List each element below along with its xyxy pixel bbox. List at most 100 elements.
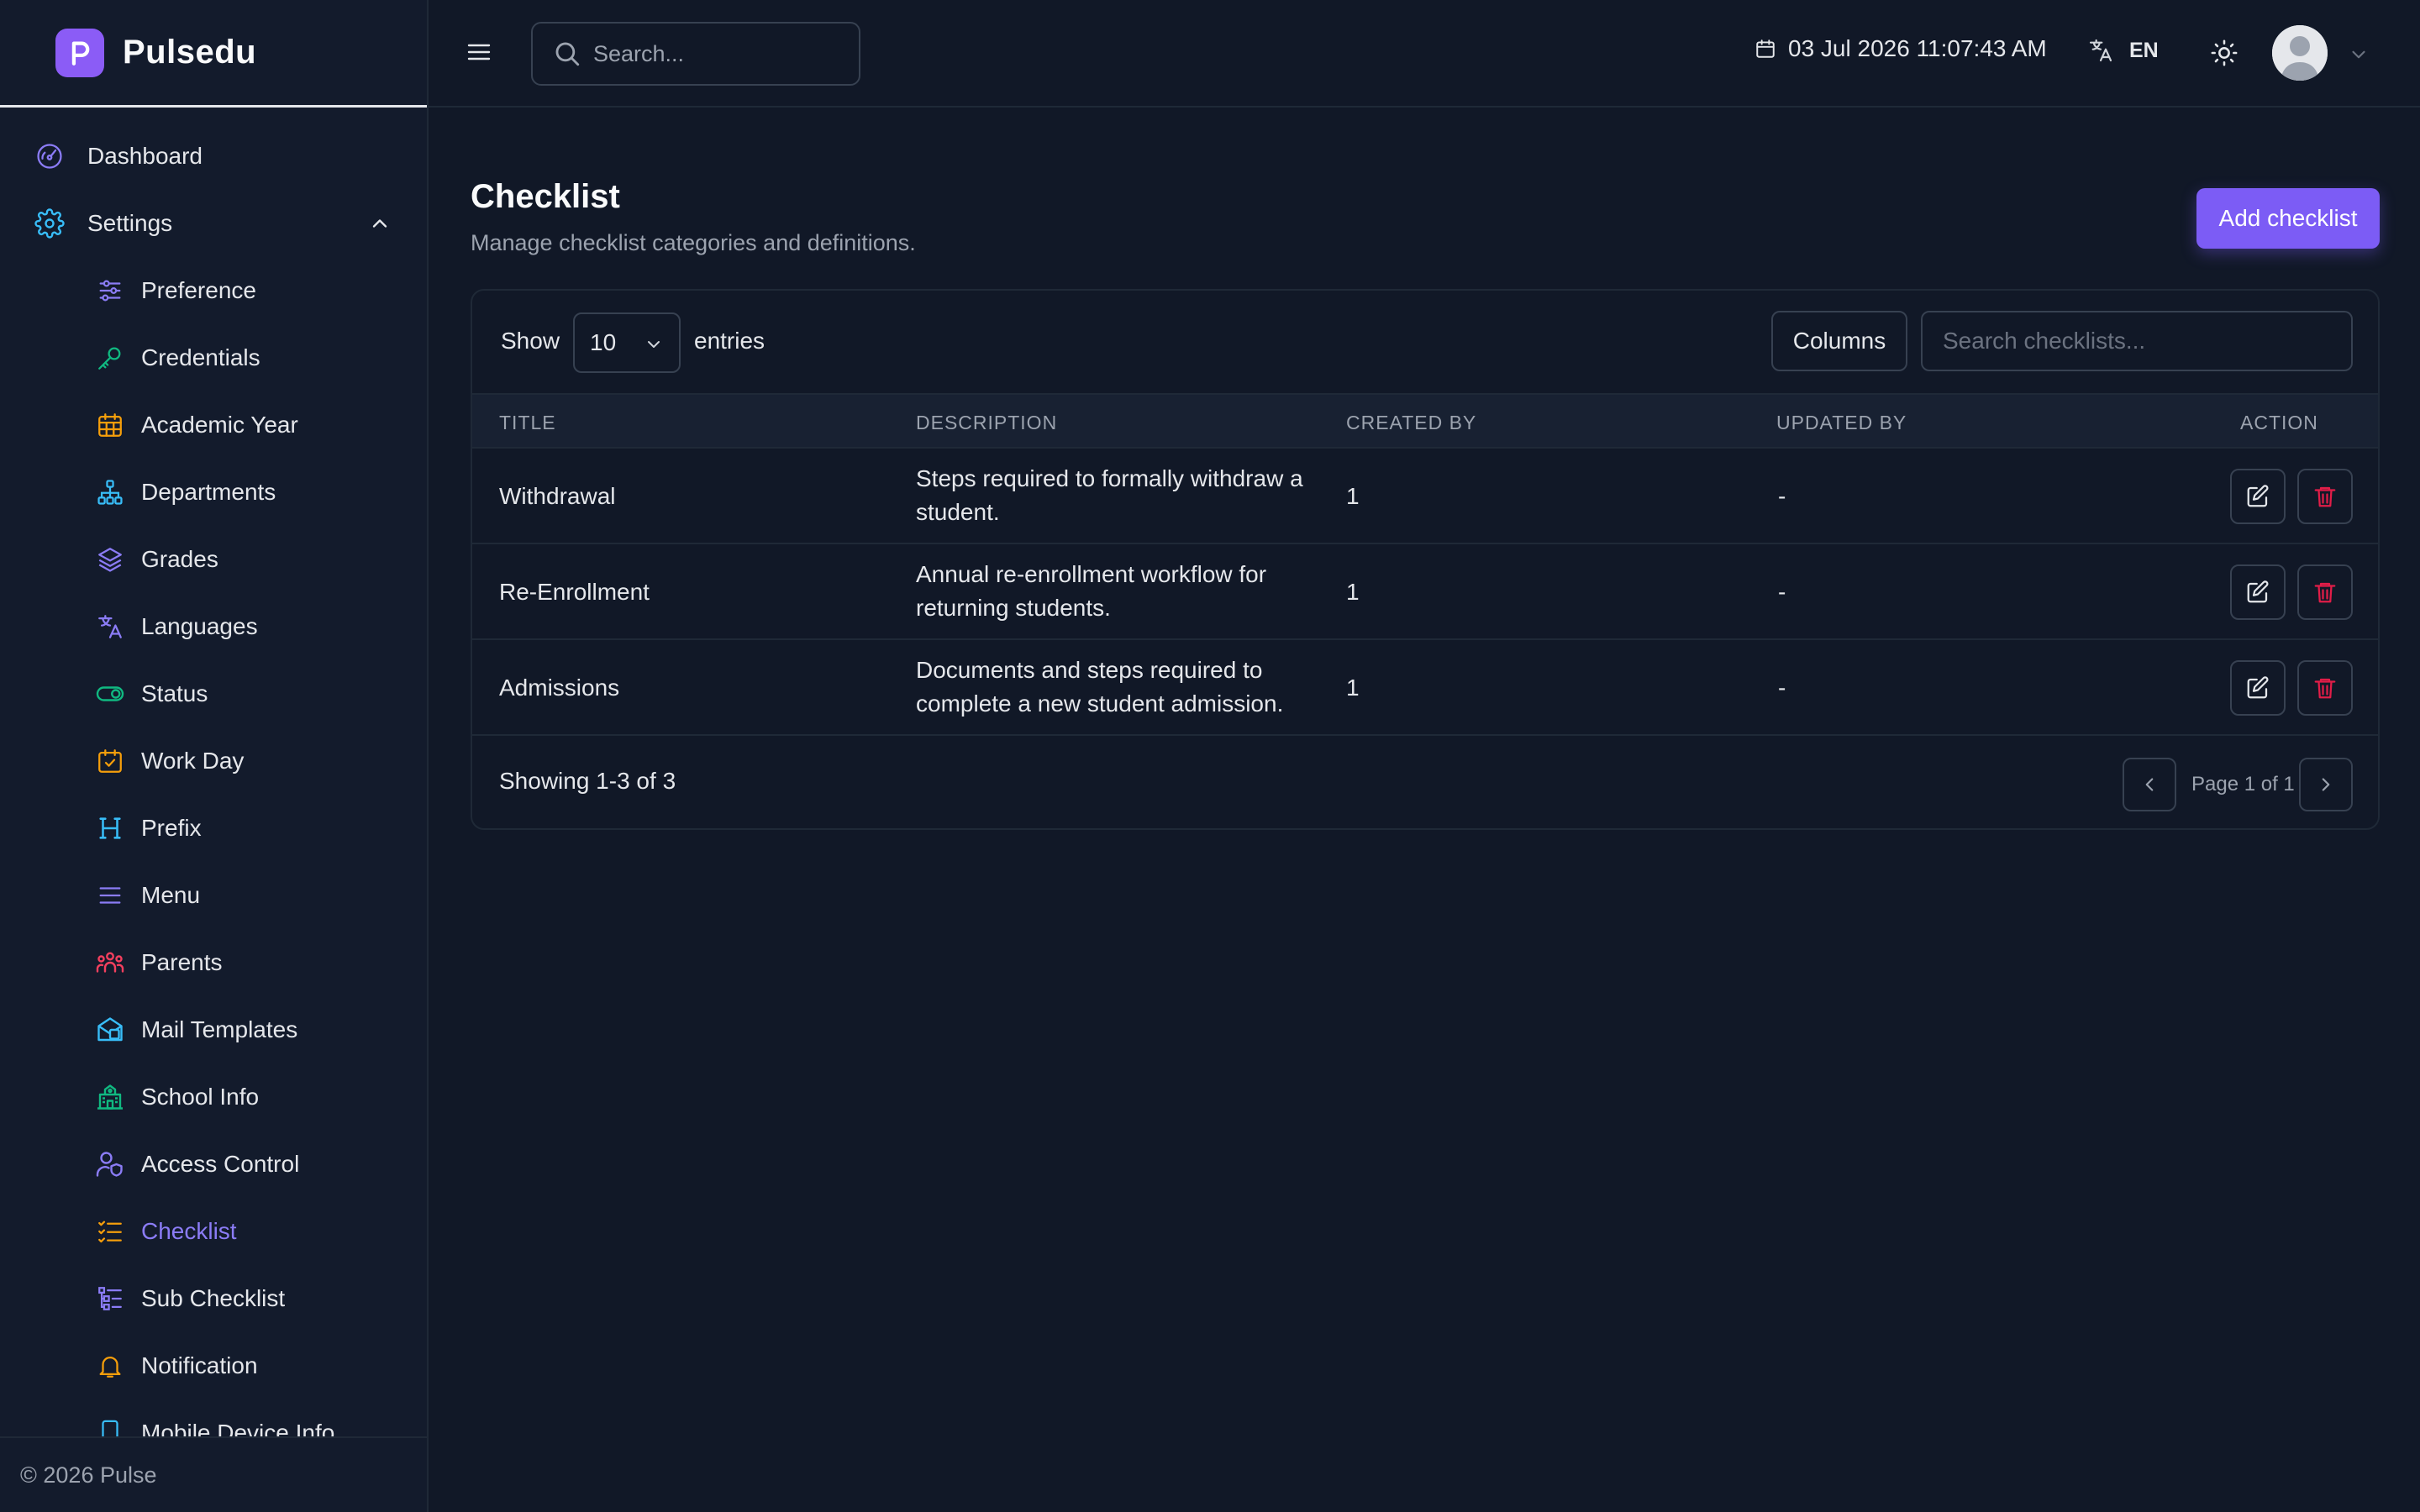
next-page-button[interactable] bbox=[2299, 758, 2353, 811]
sidebar-item-label: Menu bbox=[141, 882, 201, 908]
table-search-input[interactable] bbox=[1921, 311, 2353, 371]
sidebar-item-credentials[interactable]: Credentials bbox=[0, 324, 427, 391]
sidebar-item-label: Academic Year bbox=[141, 412, 298, 438]
sidebar-item-label: School Info bbox=[141, 1084, 260, 1110]
topbar: 03 Jul 2026 11:07:43 AM EN bbox=[429, 0, 2420, 108]
add-checklist-button[interactable]: Add checklist bbox=[2196, 188, 2380, 249]
sidebar-item-access-control[interactable]: Access Control bbox=[0, 1131, 427, 1198]
sidebar-item-grades[interactable]: Grades bbox=[0, 526, 427, 593]
entries-value: 10 bbox=[590, 329, 617, 355]
sidebar-item-work-day[interactable]: Work Day bbox=[0, 727, 427, 795]
user-shield-icon bbox=[94, 1148, 126, 1180]
chevron-down-icon[interactable] bbox=[2348, 44, 2370, 66]
previous-page-button[interactable] bbox=[2123, 758, 2176, 811]
sidebar-item-sub-checklist[interactable]: Sub Checklist bbox=[0, 1265, 427, 1332]
cell-updated-by: - bbox=[1778, 579, 1786, 605]
sidebar-item-label: Work Day bbox=[141, 748, 245, 774]
avatar[interactable] bbox=[2272, 25, 2328, 81]
sidebar-item-notification[interactable]: Notification bbox=[0, 1332, 427, 1399]
trash-icon bbox=[2312, 675, 2338, 701]
edit-button[interactable] bbox=[2230, 469, 2286, 524]
table-row: Withdrawal Steps required to formally wi… bbox=[472, 449, 2378, 544]
sidebar-item-mail-templates[interactable]: Mail Templates bbox=[0, 996, 427, 1063]
table-row: Admissions Documents and steps required … bbox=[472, 640, 2378, 736]
table-footer: Showing 1-3 of 3 Page 1 of 1 bbox=[472, 738, 2378, 828]
hierarchy-icon bbox=[94, 476, 126, 508]
cell-description: Steps required to formally withdraw a st… bbox=[916, 465, 1303, 525]
page-indicator: Page 1 of 1 bbox=[2191, 773, 2295, 795]
show-label: Show bbox=[501, 328, 560, 354]
sidebar-item-checklist[interactable]: Checklist bbox=[0, 1198, 427, 1265]
heading-icon bbox=[94, 812, 126, 844]
hamburger-menu-icon[interactable] bbox=[466, 39, 492, 66]
delete-button[interactable] bbox=[2297, 564, 2353, 620]
datetime-text: 03 Jul 2026 11:07:43 AM bbox=[1788, 35, 2047, 61]
sidebar-item-label: Access Control bbox=[141, 1151, 300, 1177]
sidebar-item-label: Checklist bbox=[141, 1218, 237, 1244]
sidebar-item-settings[interactable]: Settings bbox=[0, 190, 427, 257]
sidebar-item-label: Languages bbox=[141, 613, 258, 639]
language-switcher[interactable]: EN bbox=[2087, 37, 2159, 64]
sidebar-item-dashboard[interactable]: Dashboard bbox=[0, 123, 427, 190]
sidebar-item-label: Mobile Device Info bbox=[141, 1420, 335, 1436]
sidebar-item-mobile-device-info[interactable]: Mobile Device Info bbox=[0, 1399, 427, 1436]
search-icon bbox=[553, 39, 581, 68]
entries-per-page-select[interactable]: 10 bbox=[573, 312, 681, 373]
sidebar-item-status[interactable]: Status bbox=[0, 660, 427, 727]
chevron-up-icon[interactable] bbox=[368, 212, 392, 235]
sidebar-item-departments[interactable]: Departments bbox=[0, 459, 427, 526]
sidebar-item-prefix[interactable]: Prefix bbox=[0, 795, 427, 862]
search-input[interactable] bbox=[593, 40, 845, 67]
brand[interactable]: Pulsedu bbox=[0, 0, 427, 108]
showing-count: Showing 1-3 of 3 bbox=[499, 768, 676, 794]
sidebar-item-label: Notification bbox=[141, 1352, 258, 1378]
cell-updated-by: - bbox=[1778, 483, 1786, 509]
edit-button[interactable] bbox=[2230, 660, 2286, 716]
school-icon bbox=[94, 1081, 126, 1113]
sidebar-item-parents[interactable]: Parents bbox=[0, 929, 427, 996]
menu-lines-icon bbox=[94, 879, 126, 911]
edit-button[interactable] bbox=[2230, 564, 2286, 620]
column-header-updated-by[interactable]: Updated By bbox=[1776, 412, 1907, 434]
chevron-right-icon bbox=[2315, 774, 2337, 795]
sidebar-item-label: Dashboard bbox=[87, 143, 203, 169]
table-header: Title Description Created By Updated By … bbox=[472, 393, 2378, 449]
delete-button[interactable] bbox=[2297, 660, 2353, 716]
sidebar-item-school-info[interactable]: School Info bbox=[0, 1063, 427, 1131]
column-header-created-by[interactable]: Created By bbox=[1346, 412, 1476, 434]
sidebar-item-preference[interactable]: Preference bbox=[0, 257, 427, 324]
sidebar-item-label: Grades bbox=[141, 546, 218, 572]
global-search[interactable] bbox=[531, 22, 860, 86]
translate-icon bbox=[94, 611, 126, 643]
page-subtitle: Manage checklist categories and definiti… bbox=[471, 230, 916, 255]
delete-button[interactable] bbox=[2297, 469, 2353, 524]
sidebar-item-label: Departments bbox=[141, 479, 276, 505]
entries-label: entries bbox=[694, 328, 765, 354]
dashboard-gauge-icon bbox=[34, 140, 66, 172]
sidebar-item-menu[interactable]: Menu bbox=[0, 862, 427, 929]
sidebar-item-label: Settings bbox=[87, 210, 173, 236]
sidebar-item-academic-year[interactable]: Academic Year bbox=[0, 391, 427, 459]
sun-icon[interactable] bbox=[2210, 39, 2238, 67]
language-code: EN bbox=[2129, 38, 2159, 62]
key-icon bbox=[94, 342, 126, 374]
page-title: Checklist bbox=[471, 178, 620, 215]
cell-title: Withdrawal bbox=[499, 483, 616, 509]
family-icon bbox=[94, 947, 126, 979]
translate-icon bbox=[2087, 37, 2129, 64]
sidebar-item-languages[interactable]: Languages bbox=[0, 593, 427, 660]
column-header-title[interactable]: Title bbox=[499, 412, 556, 434]
sliders-icon bbox=[94, 275, 126, 307]
cell-created-by: 1 bbox=[1346, 675, 1360, 701]
sidebar-item-label: Credentials bbox=[141, 344, 260, 370]
sidebar: Pulsedu Dashboard Settings Preference Cr… bbox=[0, 0, 429, 1512]
edit-icon bbox=[2245, 580, 2270, 605]
calendar-grid-icon bbox=[94, 409, 126, 441]
columns-button[interactable]: Columns bbox=[1771, 311, 1907, 371]
gear-icon bbox=[34, 207, 66, 239]
cell-created-by: 1 bbox=[1346, 579, 1360, 605]
edit-icon bbox=[2245, 484, 2270, 509]
bell-icon bbox=[94, 1350, 126, 1382]
column-header-description[interactable]: Description bbox=[916, 412, 1057, 434]
sidebar-item-label: Mail Templates bbox=[141, 1016, 298, 1042]
